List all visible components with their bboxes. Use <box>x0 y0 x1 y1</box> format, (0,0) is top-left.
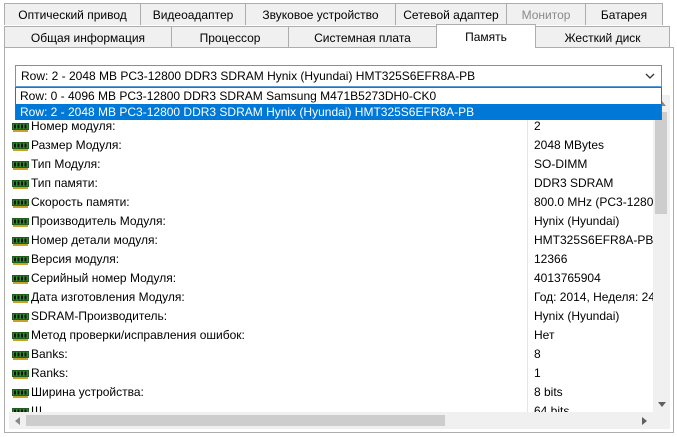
tab-tabs-row1-4: Монитор <box>506 3 586 25</box>
chevron-down-icon[interactable] <box>643 68 657 84</box>
ram-chip-icon <box>12 273 29 284</box>
ram-chip-icon <box>12 235 29 246</box>
property-name: Размер Модуля: <box>31 137 122 152</box>
tab-tabs-row1-3[interactable]: Сетевой адаптер <box>395 3 507 25</box>
property-row[interactable]: Тип Модуля: SO-DIMM <box>9 154 654 173</box>
property-value: 1 <box>534 365 541 380</box>
tab-tabs-row1-0[interactable]: Оптический привод <box>4 3 141 25</box>
property-value: 2 <box>534 118 541 133</box>
dropdown-option[interactable]: Row: 0 - 4096 MB PC3-12800 DDR3 SDRAM Sa… <box>16 88 661 104</box>
ram-chip-icon <box>12 197 29 208</box>
ram-chip-icon <box>12 121 29 132</box>
property-name: Тип Модуля: <box>31 156 101 171</box>
property-row[interactable]: Banks: 8 <box>9 344 654 363</box>
ram-chip-icon <box>12 254 29 265</box>
vertical-scroll-thumb[interactable] <box>655 112 667 214</box>
property-name: Версия модуля: <box>31 251 120 266</box>
tab-tabs-row1-2[interactable]: Звуковое устройство <box>245 3 396 25</box>
property-row[interactable]: Версия модуля: 12366 <box>9 249 654 268</box>
property-name: Метод проверки/исправления ошибок: <box>31 327 245 342</box>
ram-chip-icon <box>12 387 29 398</box>
property-name: Производитель Модуля: <box>31 213 166 228</box>
property-row[interactable]: Тип памяти: DDR3 SDRAM <box>9 173 654 192</box>
property-value: 4013765904 <box>534 270 601 285</box>
ram-chip-icon <box>12 292 29 303</box>
tab-tabs-row2-0[interactable]: Общая информация <box>4 26 172 48</box>
property-value: DDR3 SDRAM <box>534 175 614 190</box>
ram-chip-icon <box>12 368 29 379</box>
property-name: Ranks: <box>31 365 69 380</box>
property-name: Дата изготовления Модуля: <box>31 289 185 304</box>
vertical-scrollbar[interactable] <box>653 95 670 413</box>
property-row[interactable]: Производитель Модуля: Hynix (Hyundai) <box>9 211 654 230</box>
tab-strip-row1: Оптический привод Видеоадаптер Звуковое ус… <box>4 3 663 25</box>
property-row[interactable]: Ширина устройства: 8 bits <box>9 382 654 401</box>
property-value: Hynix (Hyundai) <box>534 308 620 323</box>
property-value: Год: 2014, Неделя: 24 <box>534 289 654 304</box>
property-row[interactable]: Серийный номер Модуля: 4013765904 <box>9 268 654 287</box>
tab-tabs-row1-5[interactable]: Батарея <box>585 3 663 25</box>
memory-row-select[interactable]: Row: 2 - 2048 MB PC3-12800 DDR3 SDRAM Hy… <box>15 65 662 87</box>
property-row[interactable]: Номер детали модуля: HMT325S6EFR8A-PB <box>9 230 654 249</box>
memory-row-select-value: Row: 2 - 2048 MB PC3-12800 DDR3 SDRAM Hy… <box>21 69 476 83</box>
column-separator <box>527 95 528 413</box>
property-row[interactable]: Дата изготовления Модуля: Год: 2014, Неде… <box>9 287 654 306</box>
property-value: HMT325S6EFR8A-PB <box>534 232 654 247</box>
ram-chip-icon <box>12 216 29 227</box>
tab-tabs-row1-1[interactable]: Видеоадаптер <box>140 3 246 25</box>
property-value: 8 bits <box>534 384 563 399</box>
property-row[interactable]: Ranks: 1 <box>9 363 654 382</box>
ram-chip-icon <box>12 178 29 189</box>
horizontal-scrollbar[interactable] <box>9 412 653 429</box>
ram-chip-icon <box>12 349 29 360</box>
property-name: Тип памяти: <box>31 175 98 190</box>
property-name: Номер детали модуля: <box>31 232 158 247</box>
scroll-left-arrow-icon[interactable] <box>9 412 26 429</box>
property-name: Серийный номер Модуля: <box>31 270 177 285</box>
property-value: Нет <box>534 327 555 342</box>
tab-tabs-row2-2[interactable]: Системная плата <box>288 26 437 48</box>
property-value: Hynix (Hyundai) <box>534 213 620 228</box>
property-value: 800.0 MHz (PC3-12800) <box>534 194 654 209</box>
scrollbar-corner <box>653 412 670 429</box>
tab-strip-row2: Общая информация Процессор Системная плата… <box>4 24 670 48</box>
ram-chip-icon <box>12 311 29 322</box>
ram-chip-icon <box>12 330 29 341</box>
property-list: Номер модуля: 2 Размер Модуля: 2048 MBytes Т… <box>9 95 654 413</box>
tab-tabs-row2-4[interactable]: Жесткий диск <box>535 26 670 48</box>
property-name: Banks: <box>31 346 68 361</box>
property-name: Скорость памяти: <box>31 194 130 209</box>
property-value: 12366 <box>534 251 568 266</box>
dropdown-option[interactable]: Row: 2 - 2048 MB PC3-12800 DDR3 SDRAM Hy… <box>16 104 661 120</box>
property-name: Ширина устройства: <box>31 384 144 399</box>
property-row[interactable]: SDRAM-Производитель: Hynix (Hyundai) <box>9 306 654 325</box>
horizontal-scroll-thumb[interactable] <box>26 415 445 426</box>
property-value: SO-DIMM <box>534 156 588 171</box>
tab-tabs-row2-1[interactable]: Процессор <box>171 26 289 48</box>
tab-tabs-row2-3[interactable]: Память <box>436 24 536 48</box>
scroll-down-arrow-icon[interactable] <box>653 396 670 413</box>
property-row[interactable]: Размер Модуля: 2048 MBytes <box>9 135 654 154</box>
property-value: 8 <box>534 346 541 361</box>
ram-chip-icon <box>12 159 29 170</box>
ram-chip-icon <box>12 140 29 151</box>
memory-row-dropdown-list: Row: 0 - 4096 MB PC3-12800 DDR3 SDRAM Sa… <box>15 87 662 120</box>
property-name: Номер модуля: <box>31 118 116 133</box>
property-row[interactable]: Скорость памяти: 800.0 MHz (PC3-12800) <box>9 192 654 211</box>
scroll-right-arrow-icon[interactable] <box>636 412 653 429</box>
property-value: 2048 MBytes <box>534 137 605 152</box>
property-name: SDRAM-Производитель: <box>31 308 168 323</box>
property-row[interactable]: Метод проверки/исправления ошибок: Нет <box>9 325 654 344</box>
